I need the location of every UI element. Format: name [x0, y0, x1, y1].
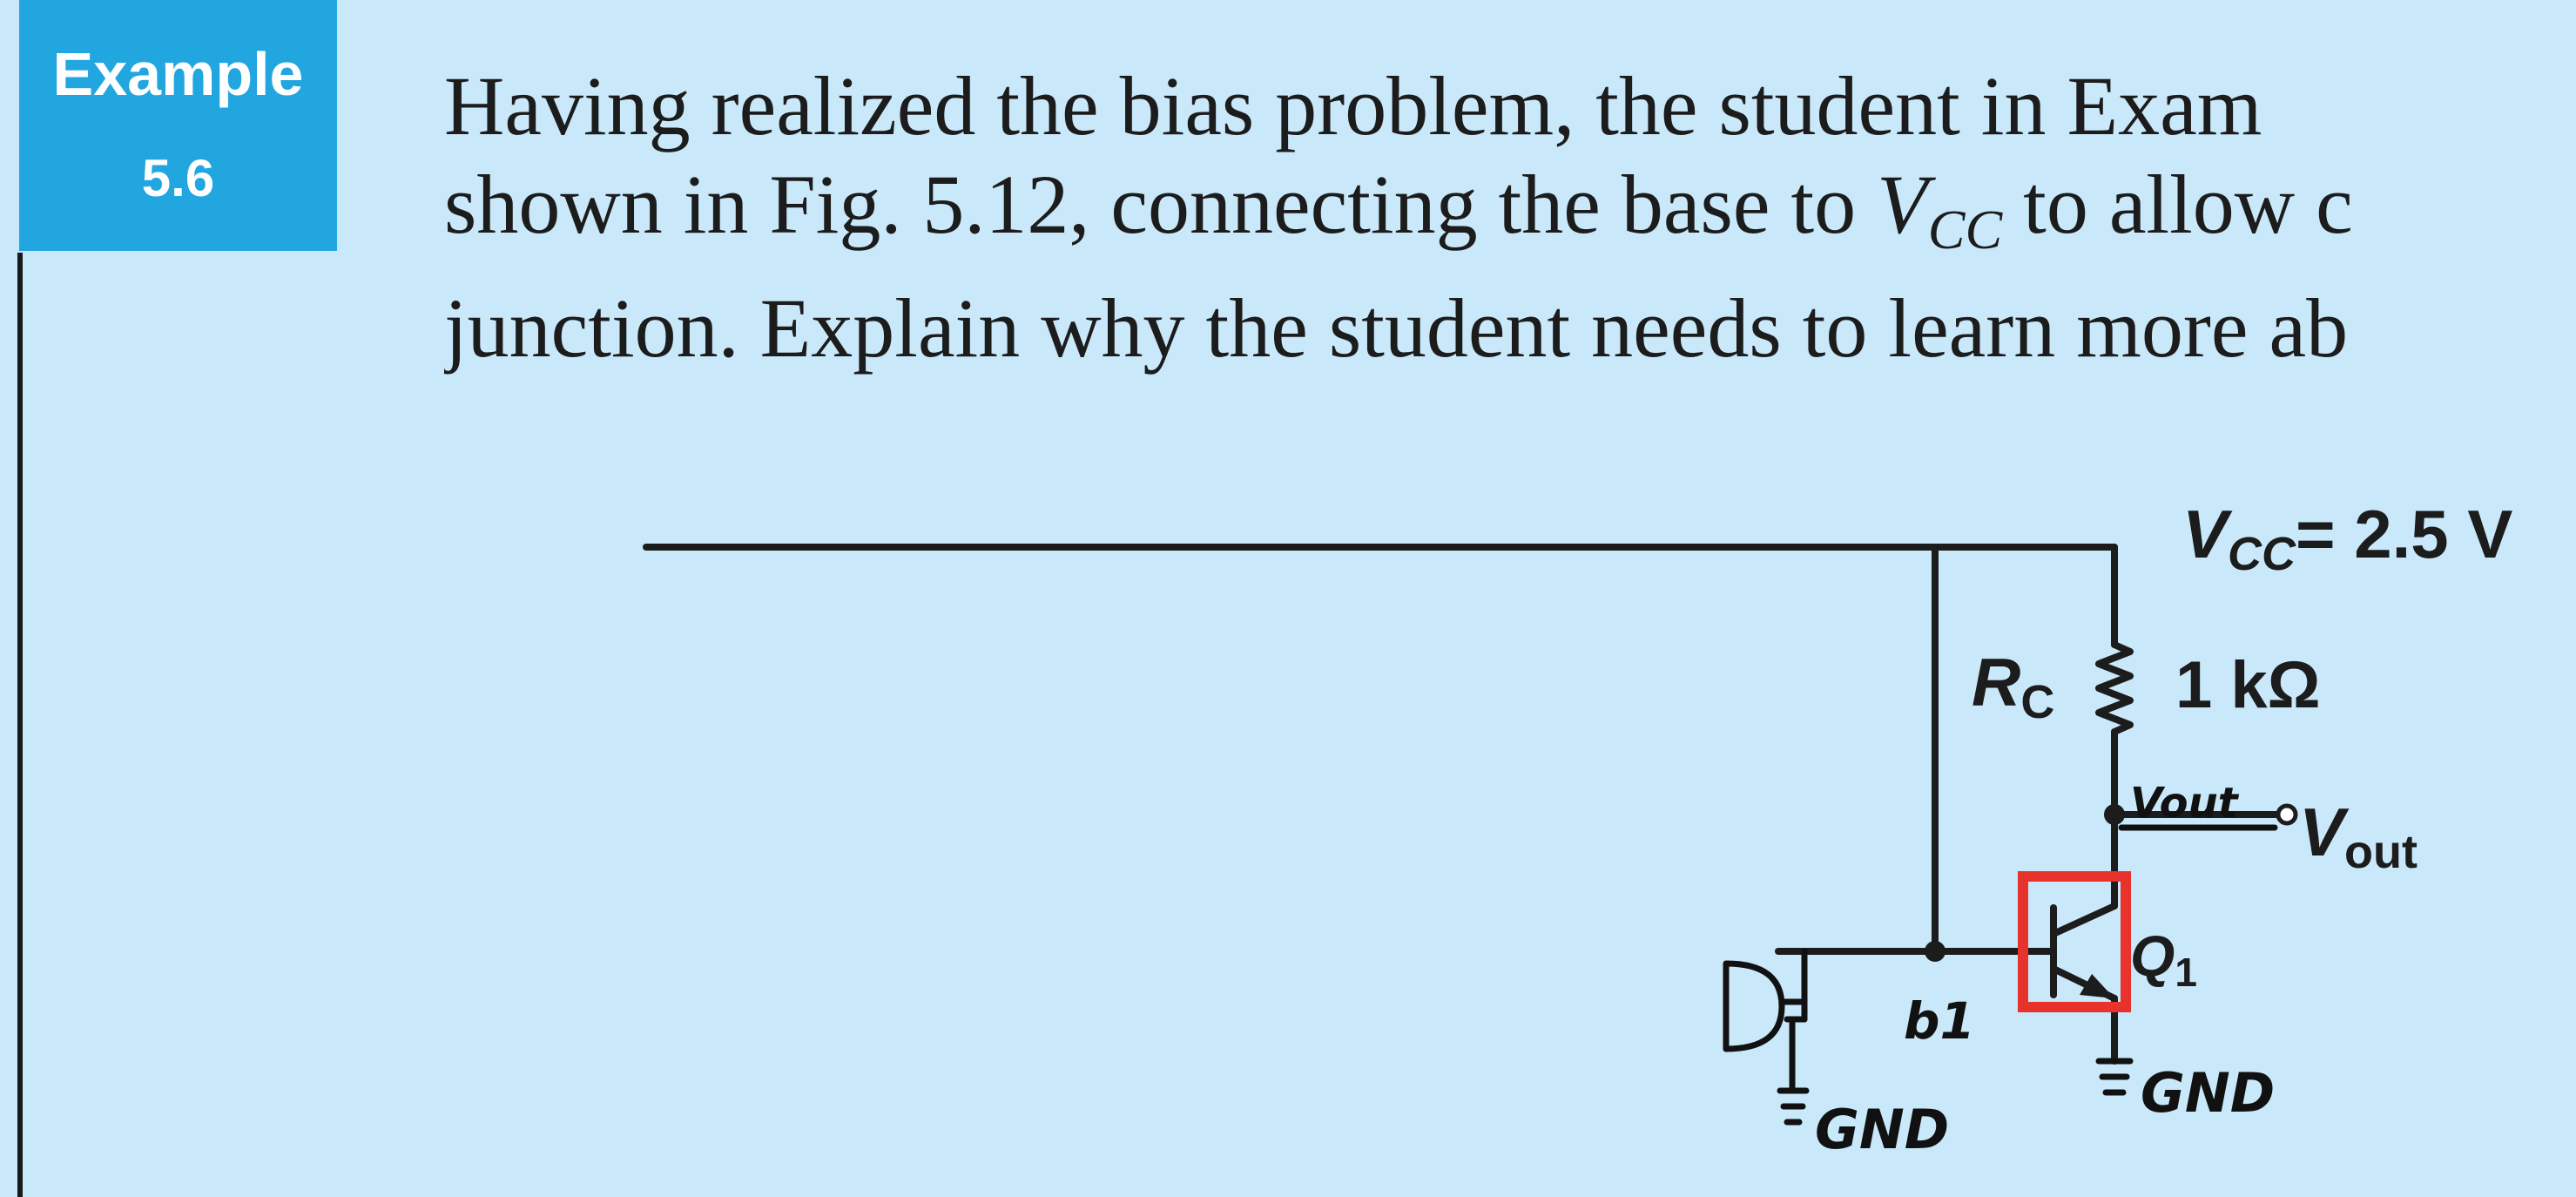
gate-symbol-icon [1723, 960, 1785, 1052]
emitter-arrow-icon [2080, 974, 2114, 998]
q1-label: Q1 [2130, 923, 2197, 995]
rc-resistor [2095, 641, 2134, 735]
vcc-label: VCC= 2.5 V [2182, 496, 2512, 580]
rc-label: RC [1972, 644, 2054, 728]
b1-handwritten: b1 [1904, 991, 1975, 1051]
vout-handwritten: Vout [2130, 779, 2240, 828]
gnd-right-label: GND [2141, 1061, 2275, 1125]
vout-label: Vout [2299, 794, 2418, 878]
q1-highlight-box [2018, 871, 2131, 1012]
base-node-dot [1925, 941, 1945, 962]
circuit-diagram: VCC= 2.5 V RC 1 kΩ Vout Q1 Vout b1 GND G… [643, 496, 2512, 1161]
gnd-left-label: GND [1815, 1098, 1949, 1161]
output-node-dot [2104, 804, 2125, 825]
output-terminal [2276, 803, 2298, 826]
q1-collector-lead [2050, 903, 2118, 937]
rc-value: 1 kΩ [2175, 648, 2321, 722]
